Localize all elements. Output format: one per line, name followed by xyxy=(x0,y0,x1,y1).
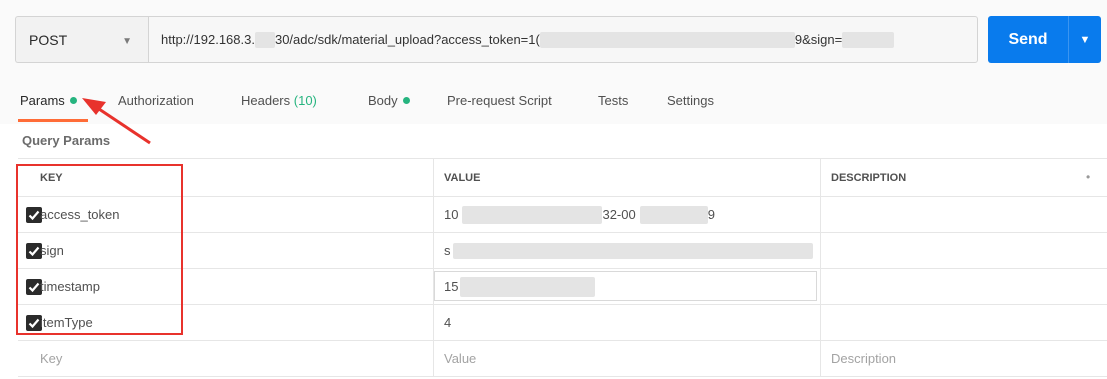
placeholder-text: Description xyxy=(831,351,897,366)
tab-label: Tests xyxy=(598,93,629,108)
placeholder-text: Key xyxy=(40,351,63,366)
placeholder-text: Value xyxy=(444,351,477,366)
tab-params[interactable]: Params xyxy=(20,93,77,108)
new-value-input[interactable]: Value xyxy=(433,341,818,376)
method-label: POST xyxy=(29,31,68,48)
param-description[interactable] xyxy=(820,305,1107,340)
redacted-block xyxy=(462,205,603,224)
redacted-block xyxy=(842,31,895,48)
tab-label: Settings xyxy=(667,93,714,108)
param-value[interactable]: 10 32-00 9 xyxy=(433,197,818,232)
value-text: s xyxy=(444,243,451,258)
param-value[interactable]: 4 xyxy=(433,305,818,340)
tab-headers[interactable]: Headers (10) xyxy=(241,93,317,108)
chevron-down-icon: ▼ xyxy=(122,36,132,47)
request-bar: POST ▼ http://192.168.3. 30/adc/sdk/mate… xyxy=(0,0,1107,80)
redacted-block xyxy=(254,31,275,48)
tab-authorization[interactable]: Authorization xyxy=(118,93,194,108)
active-tab-indicator xyxy=(18,119,88,122)
redacted-block xyxy=(639,205,708,224)
url-part-2: 30/adc/sdk/material_upload?access_token=… xyxy=(274,32,540,47)
param-value[interactable]: s xyxy=(433,233,818,268)
tab-label: Body xyxy=(368,93,398,108)
param-description[interactable] xyxy=(820,197,1107,232)
more-options-icon[interactable]: • xyxy=(1086,170,1090,184)
query-params-title: Query Params xyxy=(22,133,111,148)
request-tabs: Params Authorization Headers (10) Body P… xyxy=(0,80,1107,124)
column-header-description: DESCRIPTION xyxy=(820,159,1107,196)
annotation-highlight-box xyxy=(16,164,183,335)
status-dot-icon xyxy=(402,97,410,104)
value-text: 32-00 xyxy=(602,207,636,222)
value-text: 9 xyxy=(707,207,715,222)
url-input[interactable]: http://192.168.3. 30/adc/sdk/material_up… xyxy=(148,16,978,63)
method-select[interactable]: POST ▼ xyxy=(15,16,148,63)
url-part-1: http://192.168.3. xyxy=(161,32,255,47)
tab-tests[interactable]: Tests xyxy=(598,93,628,108)
send-button[interactable]: Send xyxy=(988,16,1068,63)
tab-settings[interactable]: Settings xyxy=(667,93,714,108)
url-part-3: 9&sign= xyxy=(794,32,843,47)
new-param-row: Key Value Description xyxy=(18,341,1107,377)
tab-label: Headers xyxy=(241,93,291,108)
send-options-button[interactable]: ▼ xyxy=(1068,16,1101,63)
value-text: 10 xyxy=(444,207,459,222)
tab-count: (10) xyxy=(293,93,317,108)
status-dot-icon xyxy=(69,97,77,104)
param-value-editing[interactable]: 15 xyxy=(433,269,818,304)
param-description[interactable] xyxy=(820,269,1107,304)
tab-body[interactable]: Body xyxy=(368,93,410,108)
tab-label: Pre-request Script xyxy=(447,93,552,108)
redacted-block xyxy=(539,31,795,48)
redacted-block xyxy=(460,276,596,297)
redacted-block xyxy=(452,242,813,259)
new-key-input[interactable]: Key xyxy=(40,341,430,376)
param-description[interactable] xyxy=(820,233,1107,268)
tab-label: Authorization xyxy=(118,93,194,108)
tab-label: Params xyxy=(20,93,65,108)
caret-down-icon: ▼ xyxy=(1079,33,1091,46)
send-label: Send xyxy=(1008,30,1048,48)
tab-pre-request-script[interactable]: Pre-request Script xyxy=(447,93,552,108)
value-text: 4 xyxy=(444,315,452,330)
new-description-input[interactable]: Description xyxy=(820,341,1107,376)
value-text: 15 xyxy=(444,279,459,294)
column-header-value: VALUE xyxy=(433,159,818,196)
